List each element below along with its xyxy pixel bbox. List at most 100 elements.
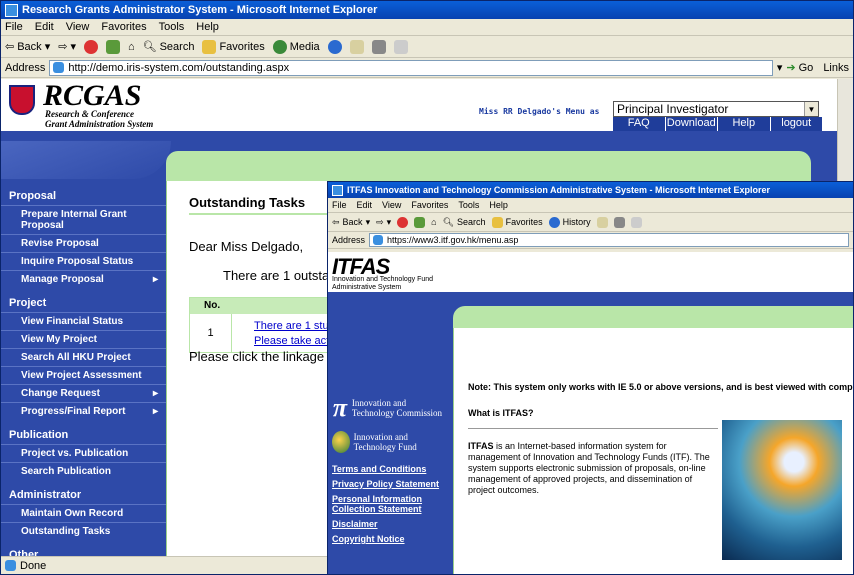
forward-button[interactable]: ⇨ ▾ [376,217,391,228]
go-arrow-icon: ➔ [786,62,796,74]
edit-button[interactable] [393,39,408,54]
itc-logo[interactable]: π Innovation and Technology Commission [332,394,449,422]
sidebar-item-label: View My Project [21,334,97,345]
itfas-window-title: ITFAS Innovation and Technology Commissi… [347,185,771,195]
task-link-2[interactable]: Please take acti [254,334,335,349]
itfas-desc-bold: ITFAS [468,441,494,451]
address-input[interactable]: http://demo.iris-system.com/outstanding.… [49,59,773,76]
sidebar-item[interactable]: View My Project [1,330,166,348]
menu-edit[interactable]: Edit [357,200,373,210]
sidebar-item-label: Project vs. Publication [21,448,129,459]
stop-button[interactable] [83,39,98,54]
sidebar-item[interactable]: Revise Proposal [1,234,166,252]
logout-link[interactable]: logout [770,117,823,131]
sidebar-section-heading: Project [9,297,47,309]
stop-icon [397,216,409,228]
itf-logo[interactable]: Innovation and Technology Fund [332,428,449,456]
sidebar-section-heading: Administrator [9,489,82,501]
help-link[interactable]: Help [718,117,771,131]
rcgas-logo-sub2: Grant Administration System [45,119,154,129]
favorites-button[interactable]: Favorites [202,39,265,54]
hku-crest-icon [9,85,35,115]
media-button[interactable]: Media [272,39,320,54]
print-button[interactable] [371,39,386,54]
top-links: FAQ Download Help logout [613,117,823,131]
sidebar-item[interactable]: Change Request ▸ [1,384,166,402]
back-button[interactable]: ⇦ Back ▾ [332,217,370,228]
sidebar-item[interactable]: Maintain Own Record [1,504,166,522]
menu-tools[interactable]: Tools [458,200,479,210]
refresh-button[interactable] [414,216,426,228]
section-rule [468,428,718,429]
menu-help[interactable]: Help [196,21,219,33]
menu-tools[interactable]: Tools [159,21,185,33]
task-link-1[interactable]: There are 1 stud [254,319,335,334]
back-arrow-icon: ⇦ [332,216,340,227]
stop-icon [83,39,98,54]
page-done-icon [5,560,16,571]
menu-view[interactable]: View [66,21,90,33]
ie-icon [332,184,343,196]
menu-file[interactable]: File [332,200,347,210]
address-dropdown-icon[interactable]: ▾ [777,61,783,74]
home-button[interactable]: ⌂ [431,217,436,227]
sidebar-item[interactable]: View Project Assessment [1,366,166,384]
sidebar-item-label: Inquire Proposal Status [21,256,134,267]
home-button[interactable]: ⌂ [128,41,135,53]
copyright-link[interactable]: Copyright Notice [328,532,453,547]
role-select-value: Principal Investigator [617,102,729,116]
edit-button[interactable] [630,216,642,228]
itfas-logo-sub: Innovation and Technology Fund Administr… [332,276,434,291]
sidebar-item[interactable]: Manage Proposal ▸ [1,270,166,288]
refresh-button[interactable] [105,39,120,54]
rcgas-menubar: File Edit View Favorites Tools Help [1,19,853,36]
download-link[interactable]: Download [665,117,718,131]
greeting-text: Dear Miss Delgado, [189,239,304,254]
faq-link[interactable]: FAQ [613,117,666,131]
menu-view[interactable]: View [382,200,401,210]
menu-file[interactable]: File [5,21,23,33]
menu-edit[interactable]: Edit [35,21,54,33]
menu-help[interactable]: Help [489,200,508,210]
search-button[interactable]: 🔍︎ Search [143,40,195,54]
links-label[interactable]: Links [823,62,849,74]
print-icon [371,39,386,54]
favorites-button[interactable]: Favorites [491,216,543,228]
privacy-link[interactable]: Privacy Policy Statement [328,477,453,492]
sidebar-item[interactable]: View Financial Status [1,312,166,330]
sidebar-item-label: Manage Proposal [21,274,104,285]
sidebar-item[interactable]: Project vs. Publication [1,444,166,462]
history-button[interactable] [327,39,342,54]
chevron-down-icon: ▼ [804,102,818,116]
sidebar-item[interactable]: Progress/Final Report ▸ [1,402,166,420]
address-input[interactable]: https://www3.itf.gov.hk/menu.asp [369,233,849,247]
history-icon [327,39,342,54]
mail-button[interactable] [596,216,608,228]
browser-note: Note: This system only works with IE 5.0… [468,382,854,392]
forward-button[interactable]: ⇨ ▾ [58,40,76,53]
media-label: Media [289,40,320,53]
role-select[interactable]: Principal Investigator ▼ [613,101,819,117]
personal-info-link[interactable]: Personal Information Collection Statemen… [328,492,453,517]
disclaimer-link[interactable]: Disclaimer [328,517,453,532]
menu-favorites[interactable]: Favorites [411,200,448,210]
sidebar-section-heading: Proposal [9,190,57,202]
terms-link[interactable]: Terms and Conditions [328,462,453,477]
print-button[interactable] [613,216,625,228]
stop-button[interactable] [397,216,409,228]
sidebar-item-label: Revise Proposal [21,238,99,249]
search-button[interactable]: 🔍︎ Search [443,217,486,228]
go-button[interactable]: ➔ Go [786,61,813,75]
favorites-icon [491,216,503,228]
mail-button[interactable] [349,39,364,54]
sidebar-item[interactable]: Search All HKU Project [1,348,166,366]
sidebar-item[interactable]: Search Publication [1,462,166,480]
sidebar-item[interactable]: Outstanding Tasks [1,522,166,540]
history-button[interactable]: History [548,216,591,228]
sidebar-item[interactable]: Prepare Internal Grant Proposal [1,205,166,234]
menu-favorites[interactable]: Favorites [101,21,146,33]
search-label: Search [159,40,195,53]
forward-arrow-icon: ⇨ [376,216,384,227]
sidebar-item[interactable]: Inquire Proposal Status [1,252,166,270]
back-button[interactable]: ⇦ Back ▾ [5,40,50,54]
